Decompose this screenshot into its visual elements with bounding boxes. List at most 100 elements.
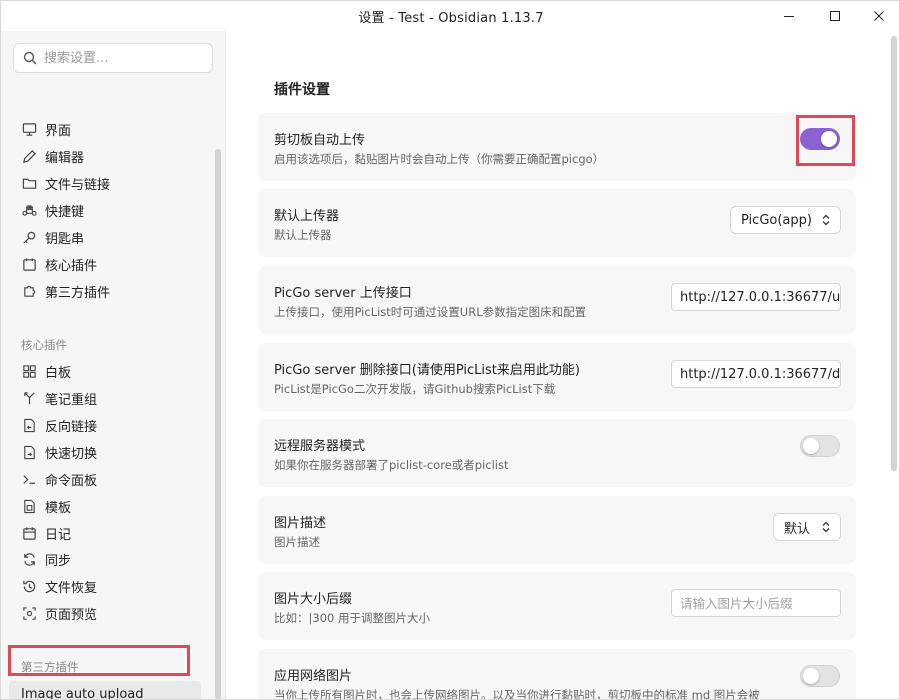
settings-content: 插件设置 剪切板自动上传 启用该选项后，黏贴图片时会自动上传（你需要正确配置pi… <box>227 31 899 700</box>
sidebar-item-note-composer[interactable]: 笔记重组 <box>15 385 205 411</box>
maximize-icon <box>830 11 840 21</box>
setting-clipboard-upload: 剪切板自动上传 启用该选项后，黏贴图片时会自动上传（你需要正确配置picgo） <box>258 113 856 181</box>
command-icon <box>21 202 37 218</box>
setting-title: 图片描述 <box>274 516 327 531</box>
sidebar-item-label: 文件与链接 <box>45 177 111 193</box>
sidebar-item-label: 反向链接 <box>45 419 98 435</box>
setting-title: 应用网络图片 <box>274 669 353 684</box>
settings-window: 设置 - Test - Obsidian 1.13.7 外观 <box>0 0 900 700</box>
sidebar-item-backlinks[interactable]: 反向链接 <box>15 412 205 438</box>
calendar-icon <box>21 525 37 541</box>
setting-image-description: 图片描述 图片描述 默认 <box>258 496 856 564</box>
setting-description: 当你上传所有图片时，也会上传网络图片。以及当你进行黏贴时，剪切板中的标准 md … <box>274 688 760 700</box>
minimize-button[interactable] <box>767 1 811 31</box>
setting-description: 图片描述 <box>274 535 320 549</box>
sidebar-item-label: Image auto upload <box>21 686 144 700</box>
sidebar-item-label: 编辑器 <box>45 150 85 166</box>
setting-picgo-delete-api: PicGo server 删除接口(请使用PicList来启用此功能) PicL… <box>258 343 856 411</box>
sidebar-item-label: 同步 <box>45 553 72 569</box>
core-plugins-section-label: 核心插件 <box>21 338 67 352</box>
sidebar-item-third-party-plugins[interactable]: 第三方插件 <box>15 278 205 304</box>
close-button[interactable] <box>857 1 899 31</box>
calendar-plugin-icon <box>21 256 37 272</box>
settings-sidebar: 外观 界面 编辑器 文件与链接 <box>1 31 226 700</box>
sidebar-item-hotkeys[interactable]: 快捷键 <box>15 197 205 223</box>
setting-title: PicGo server 删除接口(请使用PicList来启用此功能) <box>274 363 580 378</box>
window-title: 设置 - Test - Obsidian 1.13.7 <box>358 11 544 26</box>
key-icon <box>21 229 37 245</box>
sidebar-item-command-palette[interactable]: 命令面板 <box>15 466 205 492</box>
sidebar-item-image-auto-upload[interactable]: Image auto upload <box>9 681 201 700</box>
setting-description: 启用该选项后，黏贴图片时会自动上传（你需要正确配置picgo） <box>274 152 605 166</box>
network-images-toggle[interactable] <box>800 665 840 687</box>
content-scrollbar[interactable] <box>891 36 897 471</box>
setting-image-size-suffix: 图片大小后缀 比如：|300 用于调整图片大小 <box>258 572 856 640</box>
maximize-button[interactable] <box>813 1 857 31</box>
sidebar-item-interface[interactable]: 界面 <box>15 116 205 142</box>
setting-description: 比如：|300 用于调整图片大小 <box>274 611 430 625</box>
puzzle-icon <box>21 283 37 299</box>
preview-icon <box>21 605 37 621</box>
sidebar-item-file-recovery[interactable]: 文件恢复 <box>15 573 205 599</box>
picgo-upload-url-input[interactable] <box>671 283 841 311</box>
setting-description: 上传接口，使用PicList时可通过设置URL参数指定图床和配置 <box>274 305 587 319</box>
select-value: 默认 <box>784 521 811 537</box>
backlink-icon <box>21 417 37 433</box>
plugin-settings-title: 插件设置 <box>274 82 330 98</box>
third-party-section-label: 第三方插件 <box>21 660 79 674</box>
merge-icon <box>21 390 37 406</box>
pencil-icon <box>21 148 37 164</box>
setting-title: 图片大小后缀 <box>274 592 353 607</box>
sidebar-item-quick-switcher[interactable]: 快速切换 <box>15 439 205 465</box>
setting-title: PicGo server 上传接口 <box>274 286 412 301</box>
folder-link-icon <box>21 175 37 191</box>
sync-icon <box>21 551 37 567</box>
toggle-knob <box>803 668 819 684</box>
grid-icon <box>21 363 37 379</box>
sidebar-item-canvas[interactable]: 白板 <box>15 358 205 384</box>
sidebar-item-sync[interactable]: 同步 <box>15 546 205 572</box>
image-description-select[interactable]: 默认 <box>773 513 841 541</box>
setting-description: 如果你在服务器部署了piclist-core或者piclist <box>274 458 509 472</box>
image-size-suffix-input[interactable] <box>671 589 841 617</box>
sidebar-item-label: 模板 <box>45 500 72 516</box>
sidebar-scrollbar[interactable] <box>215 149 221 699</box>
setting-title: 默认上传器 <box>274 209 340 224</box>
setting-default-uploader: 默认上传器 默认上传器 PicGo(app) <box>258 189 856 257</box>
setting-remote-server-mode: 远程服务器模式 如果你在服务器部署了piclist-core或者piclist <box>258 419 856 487</box>
remote-server-mode-toggle[interactable] <box>800 435 840 457</box>
terminal-icon <box>21 471 37 487</box>
sidebar-item-editor[interactable]: 编辑器 <box>15 143 205 169</box>
sidebar-item-label: 核心插件 <box>45 258 98 274</box>
template-icon <box>21 498 37 514</box>
chevron-updown-icon <box>822 521 830 533</box>
search-icon <box>23 51 37 65</box>
sidebar-item-label: 命令面板 <box>45 473 98 489</box>
sidebar-item-label: 白板 <box>45 365 72 381</box>
setting-description: 默认上传器 <box>274 228 332 242</box>
sidebar-item-page-preview[interactable]: 页面预览 <box>15 600 205 626</box>
sidebar-item-files-links[interactable]: 文件与链接 <box>15 170 205 196</box>
sidebar-item-keychain[interactable]: 钥匙串 <box>15 224 205 250</box>
sidebar-item-label: 页面预览 <box>45 607 98 623</box>
toggle-knob <box>821 131 837 147</box>
setting-network-images: 应用网络图片 当你上传所有图片时，也会上传网络图片。以及当你进行黏贴时，剪切板中… <box>258 649 856 700</box>
picgo-delete-url-input[interactable] <box>671 360 841 388</box>
toggle-knob <box>803 438 819 454</box>
select-value: PicGo(app) <box>741 212 812 228</box>
default-uploader-select[interactable]: PicGo(app) <box>730 206 841 234</box>
settings-search[interactable] <box>13 43 213 73</box>
sidebar-item-label: 快捷键 <box>45 204 85 220</box>
monitor-icon <box>21 121 37 137</box>
sidebar-item-label: 第三方插件 <box>45 285 111 301</box>
chevron-updown-icon <box>822 214 830 226</box>
sidebar-item-label: 日记 <box>45 527 72 543</box>
title-bar: 设置 - Test - Obsidian 1.13.7 <box>1 1 899 31</box>
sidebar-item-core-plugins[interactable]: 核心插件 <box>15 251 205 277</box>
setting-title: 剪切板自动上传 <box>274 133 366 148</box>
sidebar-item-templates[interactable]: 模板 <box>15 493 205 519</box>
setting-title: 远程服务器模式 <box>274 439 366 454</box>
sidebar-item-daily-notes[interactable]: 日记 <box>15 520 205 546</box>
search-input[interactable] <box>44 50 204 66</box>
clipboard-upload-toggle[interactable] <box>800 128 840 150</box>
